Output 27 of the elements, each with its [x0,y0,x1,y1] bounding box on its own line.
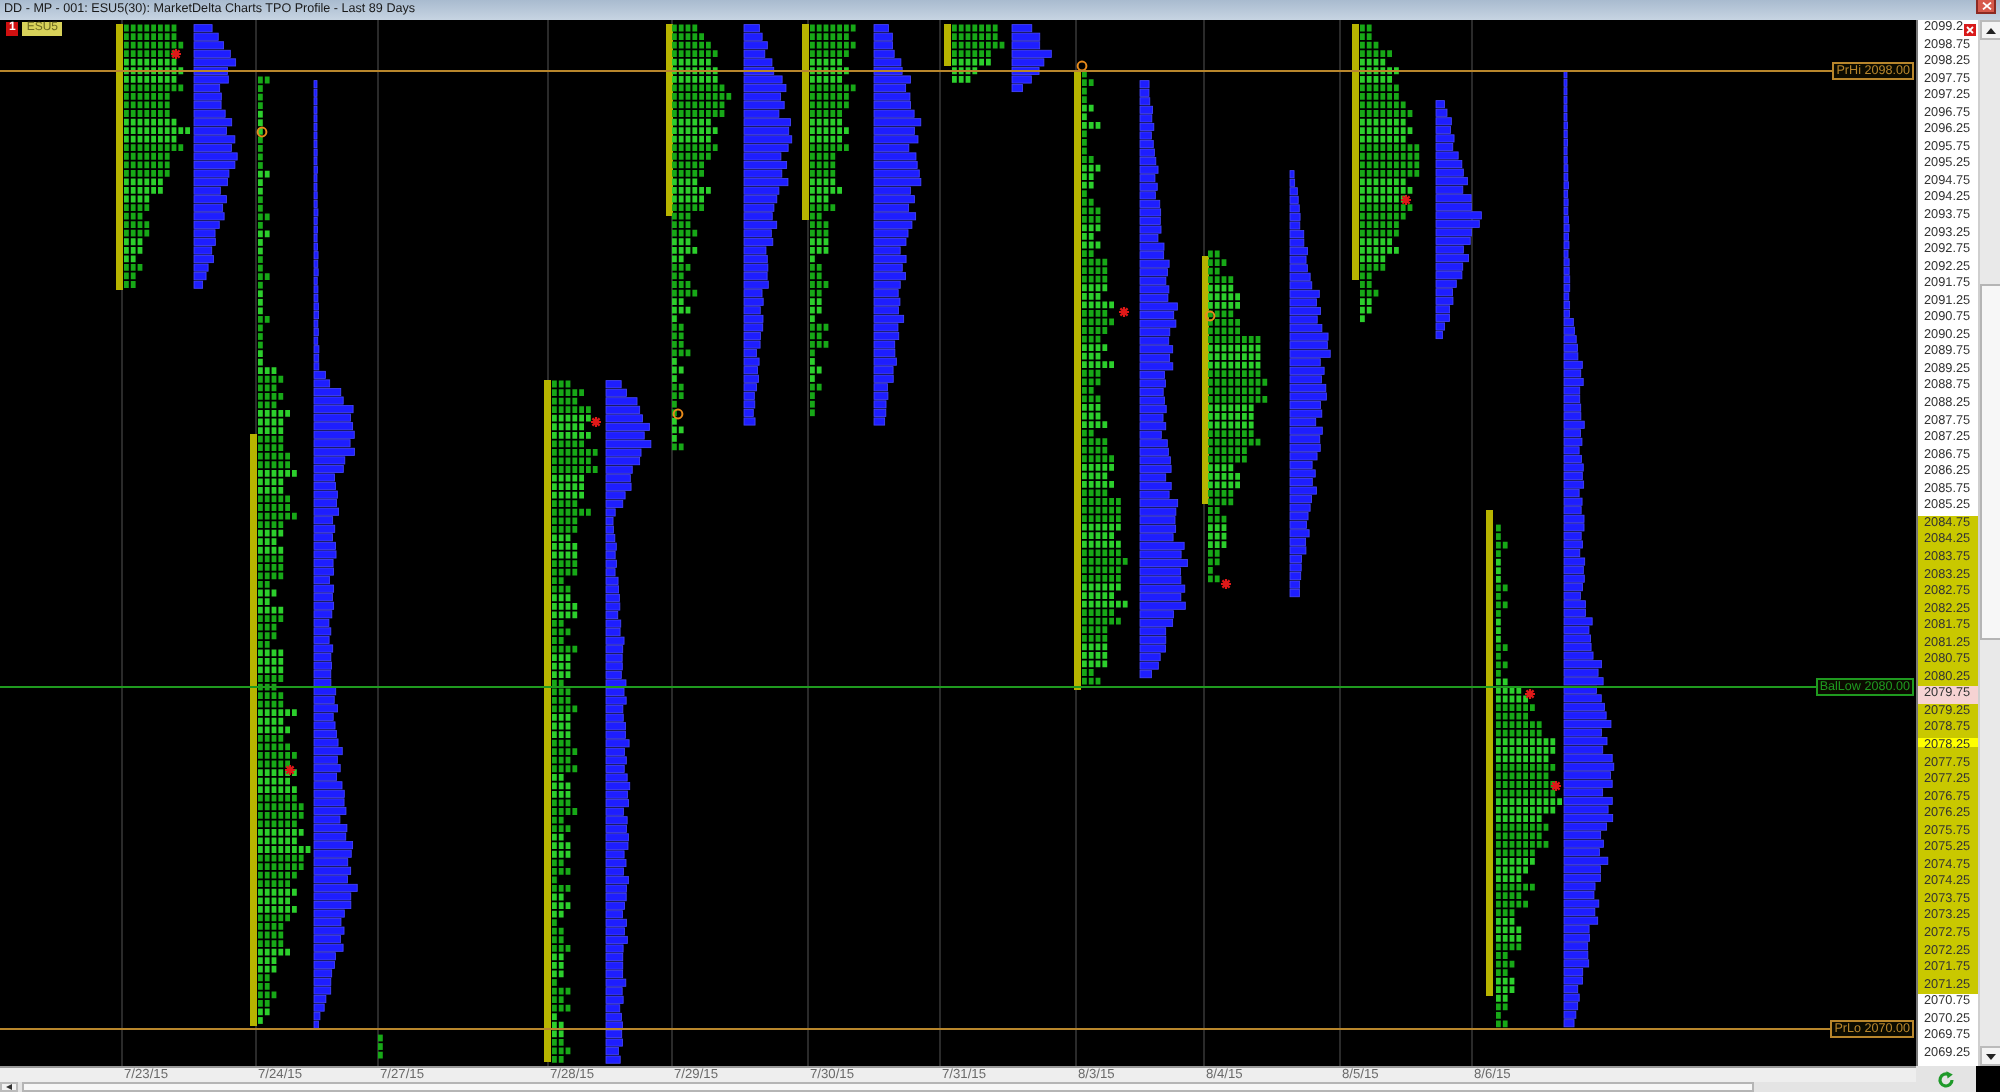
scroll-left-button[interactable] [0,1082,18,1092]
caret-down-icon [1986,1053,1996,1059]
scroll-down-button[interactable] [1980,1046,2000,1066]
tpo-profile-drawing [952,24,1005,83]
scroll-up-button[interactable] [1980,20,2000,40]
asterisk-marker-icon [1549,779,1563,793]
volume-histogram [1011,24,1052,93]
circle-marker-icon [1076,60,1088,72]
scrollbar-thumb[interactable] [1980,284,2000,640]
circle-marker-icon [256,126,268,138]
asterisk-marker-icon [1117,305,1131,319]
caret-up-icon [1986,27,1996,33]
close-button[interactable] [1976,0,1996,14]
circle-marker-icon [1204,310,1216,322]
tpo-profile-drawing [378,1034,383,1059]
close-icon [1981,2,1991,10]
asterisk-marker-icon [169,47,183,61]
x-square-icon[interactable] [1964,24,1976,36]
asterisk-marker-icon [283,763,297,777]
value-area-bar [944,24,951,66]
circle-marker-icon [672,408,684,420]
asterisk-marker-icon [1219,577,1233,591]
asterisk-marker-icon [1399,193,1413,207]
asterisk-marker-icon [589,415,603,429]
vertical-scrollbar[interactable] [1978,20,2000,1066]
asterisk-marker-icon [1523,687,1537,701]
refresh-icon[interactable] [1936,1069,1956,1089]
